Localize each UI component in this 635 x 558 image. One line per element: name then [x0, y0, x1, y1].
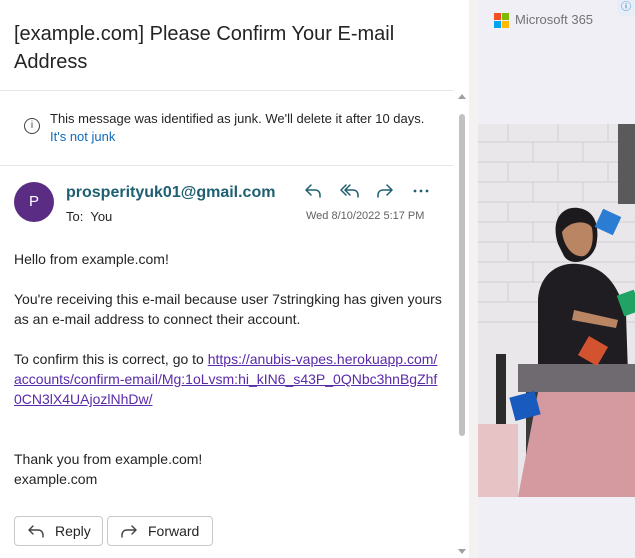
reply-all-icon[interactable]: [336, 178, 362, 204]
ad-panel[interactable]: Microsoft 365 ⓘ: [478, 0, 635, 558]
junk-notice-text: This message was identified as junk. We'…: [50, 111, 425, 126]
body-thanks: Thank you from example.com!: [14, 451, 203, 467]
to-recipient[interactable]: You: [90, 209, 112, 224]
ad-photo-woman-laptop: [478, 124, 635, 497]
subject-divider: [0, 90, 453, 91]
sender-address[interactable]: prosperityuk01@gmail.com: [66, 184, 275, 202]
body-confirm-paragraph: To confirm this is correct, go to https:…: [14, 349, 439, 409]
forward-button[interactable]: Forward: [107, 516, 213, 546]
info-icon: i: [24, 118, 40, 134]
scroll-down-arrow-icon[interactable]: [458, 549, 466, 554]
scrollbar-thumb[interactable]: [459, 114, 465, 436]
to-label: To:: [66, 209, 84, 224]
message-date: Wed 8/10/2022 5:17 PM: [306, 210, 425, 222]
recipient-row: To: You: [66, 209, 112, 224]
body-paragraph: You're receiving this e-mail because use…: [14, 291, 442, 327]
junk-divider: [0, 165, 453, 166]
forward-label: Forward: [148, 523, 200, 539]
sender-avatar[interactable]: P: [14, 182, 54, 222]
reading-pane-scrollbar[interactable]: [455, 92, 469, 558]
reply-button[interactable]: Reply: [14, 516, 103, 546]
forward-icon[interactable]: [372, 178, 398, 204]
not-junk-link[interactable]: It's not junk: [50, 129, 115, 144]
ad-info-icon[interactable]: ⓘ: [617, 0, 635, 16]
confirm-prefix: To confirm this is correct, go to: [14, 351, 208, 367]
more-icon[interactable]: [408, 178, 434, 204]
message-subject: [example.com] Please Confirm Your E-mail…: [14, 23, 395, 73]
body-signature: example.com: [14, 471, 98, 487]
forward-icon: [121, 525, 137, 538]
ad-brand-name: Microsoft 365: [515, 12, 594, 27]
pane-gutter: [469, 0, 478, 558]
reply-label: Reply: [55, 523, 91, 539]
reply-icon: [28, 525, 44, 538]
reply-icon[interactable]: [300, 178, 326, 204]
microsoft-logo-icon: [494, 13, 509, 28]
scroll-up-arrow-icon[interactable]: [458, 94, 466, 99]
body-greeting: Hello from example.com!: [14, 251, 169, 267]
message-reading-pane: [example.com] Please Confirm Your E-mail…: [0, 0, 455, 558]
